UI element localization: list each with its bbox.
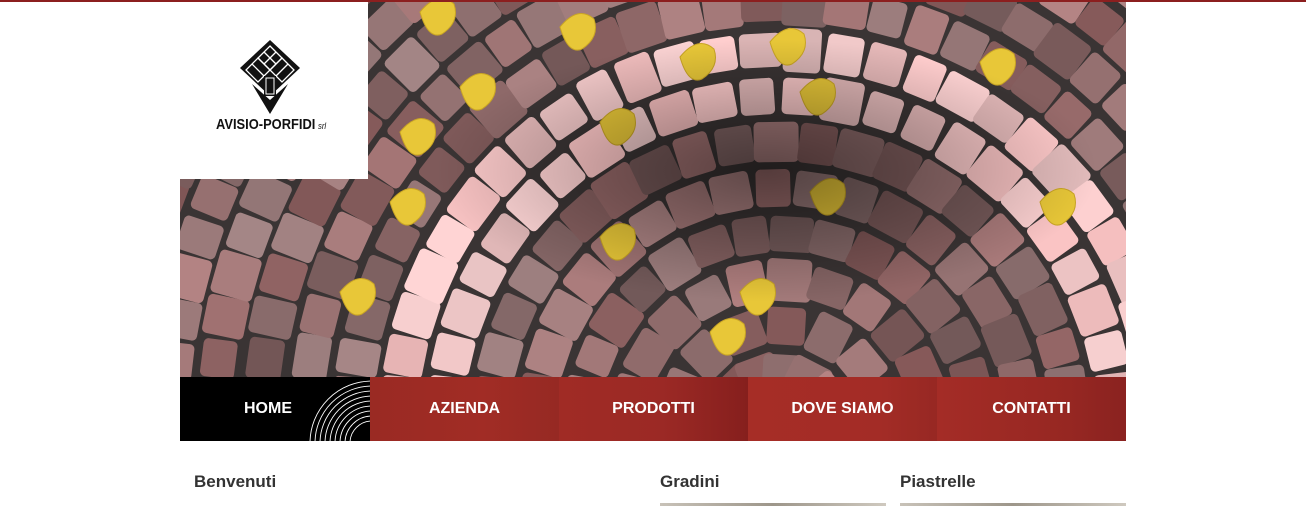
cube-stack-logo-icon [238,38,302,114]
nav-item-contatti[interactable]: CONTATTI [937,377,1126,441]
concentric-arcs-icon [306,377,370,441]
nav-item-prodotti[interactable]: PRODOTTI [559,377,748,441]
main-navigation: HOME AZIENDA PRODOTTI [180,377,1126,441]
nav-item-home[interactable]: HOME [180,377,370,441]
page-wrapper: AVISIO-PORFIDIsrl HOME [180,2,1126,505]
nav-label-home: HOME [244,400,292,418]
nav-label-dove-siamo: DOVE SIAMO [791,400,893,418]
nav-item-azienda[interactable]: AZIENDA [370,377,559,441]
logo-wordmark-text: AVISIO-PORFIDI [216,116,315,133]
nav-label-azienda: AZIENDA [429,400,500,418]
piastrelle-heading[interactable]: Piastrelle [900,472,976,492]
nav-label-prodotti: PRODOTTI [612,400,695,418]
gradini-heading[interactable]: Gradini [660,472,720,492]
nav-item-dove-siamo[interactable]: DOVE SIAMO [748,377,937,441]
logo-suffix: srl [318,121,326,131]
header-banner: AVISIO-PORFIDIsrl [180,2,1126,377]
logo-panel[interactable]: AVISIO-PORFIDIsrl [180,2,368,179]
nav-label-contatti: CONTATTI [992,400,1071,418]
welcome-heading: Benvenuti [194,472,276,492]
logo-wordmark: AVISIO-PORFIDIsrl [216,116,326,133]
